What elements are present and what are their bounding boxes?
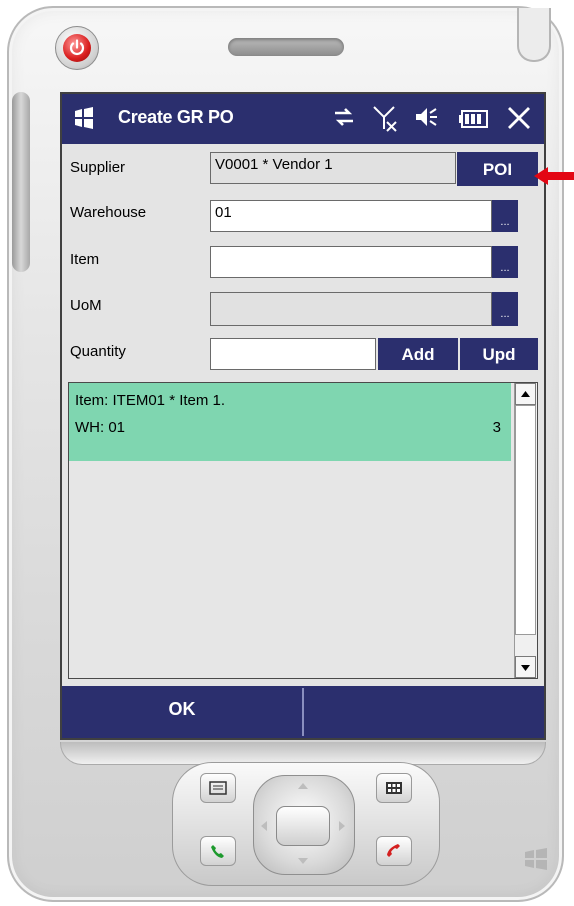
scroll-up-button[interactable]	[515, 383, 536, 405]
speaker-grille	[228, 38, 344, 56]
softkey-bar: OK	[62, 686, 544, 738]
list-item-name: Item: ITEM01 * Item 1.	[75, 392, 226, 409]
item-lookup-button[interactable]: ...	[492, 246, 518, 278]
uom-label: UoM	[70, 297, 102, 314]
right-softkey[interactable]	[304, 686, 544, 738]
contacts-icon[interactable]	[376, 773, 412, 803]
windows-start-icon[interactable]	[72, 106, 96, 130]
supplier-label: Supplier	[70, 159, 126, 176]
upd-button[interactable]: Upd	[460, 338, 538, 370]
list-scrollbar[interactable]	[514, 383, 537, 678]
list-item-warehouse: WH: 01	[75, 419, 126, 436]
volume-icon[interactable]	[413, 104, 439, 135]
side-rail	[12, 92, 30, 272]
dpad-select-button[interactable]	[276, 806, 330, 846]
add-button[interactable]: Add	[378, 338, 458, 370]
call-icon[interactable]	[200, 836, 236, 866]
dpad-left-icon[interactable]	[259, 819, 269, 833]
warehouse-field[interactable]: 01	[210, 200, 492, 232]
battery-icon[interactable]	[459, 108, 491, 135]
page-title: Create GR PO	[118, 107, 234, 127]
dpad-right-icon[interactable]	[337, 819, 347, 833]
scroll-thumb[interactable]	[515, 405, 536, 635]
uom-lookup-button[interactable]: ...	[492, 292, 518, 326]
poi-button[interactable]: POI	[457, 152, 538, 186]
uom-field[interactable]	[210, 292, 492, 326]
end-call-icon[interactable]	[376, 836, 412, 866]
stylus-slot	[517, 8, 551, 62]
sync-icon[interactable]	[331, 104, 357, 135]
item-label: Item	[70, 251, 100, 268]
supplier-field[interactable]: V0001 * Vendor 1	[210, 152, 456, 184]
quantity-label: Quantity	[70, 343, 126, 360]
power-button[interactable]	[55, 26, 99, 70]
title-bar: Create GR PO	[62, 94, 544, 144]
list-item[interactable]: Item: ITEM01 * Item 1. WH: 01 3	[69, 383, 511, 461]
item-field[interactable]	[210, 246, 492, 278]
scroll-down-button[interactable]	[515, 656, 536, 678]
dpad-down-icon[interactable]	[296, 856, 310, 866]
warehouse-label: Warehouse	[70, 204, 147, 221]
status-icons	[329, 104, 544, 134]
power-icon	[63, 34, 91, 62]
quantity-field[interactable]	[210, 338, 376, 370]
ok-softkey[interactable]: OK	[62, 686, 302, 738]
item-list[interactable]: Item: ITEM01 * Item 1. WH: 01 3	[68, 382, 538, 679]
windows-logo-icon	[525, 848, 547, 870]
list-item-quantity: 3	[492, 419, 501, 436]
device-screen: Create GR PO Supplier V0001 * Vendor 1 P…	[60, 92, 546, 740]
no-signal-icon[interactable]	[371, 104, 399, 137]
close-icon[interactable]	[505, 104, 533, 137]
calendar-icon[interactable]	[200, 773, 236, 803]
annotation-arrow-icon	[534, 167, 574, 185]
warehouse-lookup-button[interactable]: ...	[492, 200, 518, 232]
dpad-up-icon[interactable]	[296, 781, 310, 791]
